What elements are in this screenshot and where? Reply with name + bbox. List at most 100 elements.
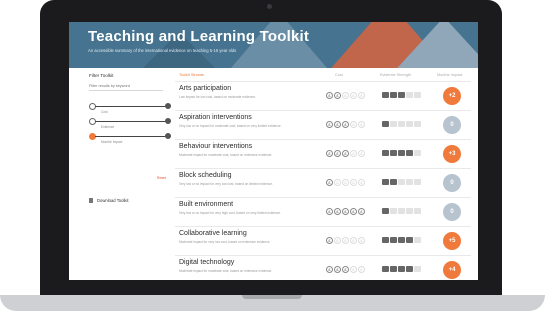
evidence-pad-icon xyxy=(406,92,413,98)
column-header-strands[interactable]: Toolkit Strands xyxy=(179,73,204,77)
strand-description: Very low or no impact for very high cost… xyxy=(179,211,282,215)
strand-title[interactable]: Behaviour interventions xyxy=(179,143,252,150)
strand-description: Moderate impact for very low cost, based… xyxy=(179,240,271,244)
cost-rating: £ £ £ £ £ xyxy=(326,150,365,158)
cost-coin-icon: £ xyxy=(334,237,341,244)
evidence-pad-icon xyxy=(406,121,413,127)
evidence-pad-icon xyxy=(390,208,397,214)
strand-title[interactable]: Collaborative learning xyxy=(179,230,247,237)
evidence-pad-icon xyxy=(406,150,413,156)
cost-slider[interactable] xyxy=(95,103,171,109)
cost-coin-icon: £ xyxy=(342,121,349,128)
evidence-pad-icon xyxy=(406,208,413,214)
cost-coin-icon: £ xyxy=(326,121,333,128)
evidence-pad-icon xyxy=(414,179,421,185)
evidence-pad-icon xyxy=(414,92,421,98)
toolkit-row[interactable]: Digital technology Moderate impact for mo… xyxy=(175,255,471,280)
cost-coin-icon: £ xyxy=(342,179,349,186)
evidence-pad-icon xyxy=(390,121,397,127)
cost-coin-icon: £ xyxy=(358,266,365,273)
cost-coin-icon: £ xyxy=(358,121,365,128)
evidence-slider[interactable] xyxy=(95,118,171,124)
cost-rating: £ £ £ £ £ xyxy=(326,266,365,274)
evidence-rating xyxy=(382,150,421,156)
toolkit-row[interactable]: Block scheduling Very low or no impact fo… xyxy=(175,168,471,198)
evidence-pad-icon xyxy=(398,179,405,185)
cost-rating: £ £ £ £ £ xyxy=(326,92,365,100)
evidence-pad-icon xyxy=(398,150,405,156)
evidence-pad-icon xyxy=(406,179,413,185)
evidence-pad-icon xyxy=(398,121,405,127)
strand-description: Moderate impact for moderate cost, based… xyxy=(179,269,273,273)
evidence-rating xyxy=(382,208,421,214)
reset-link[interactable]: Reset xyxy=(157,176,166,180)
strand-title[interactable]: Built environment xyxy=(179,201,233,208)
strand-title[interactable]: Arts participation xyxy=(179,85,231,92)
strand-title[interactable]: Aspiration interventions xyxy=(179,114,252,121)
evidence-rating xyxy=(382,92,421,98)
cost-coin-icon: £ xyxy=(358,150,365,157)
filter-title: Filter Toolkit xyxy=(89,73,114,78)
evidence-rating xyxy=(382,237,421,243)
camera-icon xyxy=(267,4,272,9)
download-toolkit-link[interactable]: Download Toolkit xyxy=(89,198,129,204)
evidence-pad-icon xyxy=(414,150,421,156)
cost-rating: £ £ £ £ £ xyxy=(326,237,365,245)
evidence-pad-icon xyxy=(414,237,421,243)
evidence-pad-icon xyxy=(382,150,389,156)
search-input[interactable] xyxy=(89,82,163,91)
evidence-pad-icon xyxy=(406,237,413,243)
cost-rating: £ £ £ £ £ xyxy=(326,121,365,129)
evidence-pad-icon xyxy=(398,208,405,214)
impact-badge: +2 xyxy=(443,87,461,105)
evidence-pad-icon xyxy=(398,237,405,243)
download-toolkit-label: Download Toolkit xyxy=(97,198,129,203)
cost-coin-icon: £ xyxy=(326,208,333,215)
cost-coin-icon: £ xyxy=(326,92,333,99)
cost-coin-icon: £ xyxy=(358,208,365,215)
cost-coin-icon: £ xyxy=(334,121,341,128)
impact-badge: +4 xyxy=(443,261,461,279)
cost-coin-icon: £ xyxy=(358,237,365,244)
evidence-slider-handle[interactable] xyxy=(165,118,171,124)
impact-badge: 0 xyxy=(443,203,461,221)
impact-slider-handle[interactable] xyxy=(165,133,171,139)
evidence-pad-icon xyxy=(406,266,413,272)
evidence-pad-icon xyxy=(382,237,389,243)
cost-coin-icon: £ xyxy=(358,92,365,99)
cost-rating: £ £ £ £ £ xyxy=(326,208,365,216)
strand-description: Very low or no impact for very low cost,… xyxy=(179,182,273,186)
strand-title[interactable]: Block scheduling xyxy=(179,172,232,179)
cost-slider-handle[interactable] xyxy=(165,103,171,109)
strand-description: Low impact for low cost, based on modera… xyxy=(179,95,256,99)
cost-coin-icon: £ xyxy=(334,208,341,215)
cost-coin-icon: £ xyxy=(350,92,357,99)
evidence-pad-icon xyxy=(414,208,421,214)
evidence-pad-icon xyxy=(382,121,389,127)
cost-coin-icon: £ xyxy=(358,179,365,186)
strand-description: Moderate impact for moderate cost, based… xyxy=(179,153,273,157)
evidence-pad-icon xyxy=(382,92,389,98)
cost-coin-icon: £ xyxy=(350,208,357,215)
cost-coin-icon: £ xyxy=(342,266,349,273)
cost-coin-icon: £ xyxy=(326,179,333,186)
hero-banner: Teaching and Learning Toolkit An accessi… xyxy=(69,22,478,68)
cost-slider-label: Cost xyxy=(101,110,108,114)
evidence-slider-label: Evidence xyxy=(101,125,115,129)
page-subtitle: An accessible summary of the internation… xyxy=(88,48,237,53)
impact-slider[interactable] xyxy=(95,133,171,139)
column-header-evidence[interactable]: Evidence Strength xyxy=(380,73,411,77)
cost-coin-icon: £ xyxy=(326,150,333,157)
column-header-cost[interactable]: Cost xyxy=(335,73,343,77)
toolkit-row[interactable]: Arts participation Low impact for low cos… xyxy=(175,81,471,111)
toolkit-row[interactable]: Aspiration interventions Very low or no i… xyxy=(175,110,471,140)
toolkit-row[interactable]: Built environment Very low or no impact f… xyxy=(175,197,471,227)
evidence-pad-icon xyxy=(382,208,389,214)
cost-coin-icon: £ xyxy=(334,266,341,273)
toolkit-row[interactable]: Collaborative learning Moderate impact fo… xyxy=(175,226,471,256)
cost-coin-icon: £ xyxy=(334,150,341,157)
column-header-impact[interactable]: Months' impact xyxy=(437,73,462,77)
toolkit-row[interactable]: Behaviour interventions Moderate impact f… xyxy=(175,139,471,169)
cost-coin-icon: £ xyxy=(350,266,357,273)
strand-title[interactable]: Digital technology xyxy=(179,259,234,266)
